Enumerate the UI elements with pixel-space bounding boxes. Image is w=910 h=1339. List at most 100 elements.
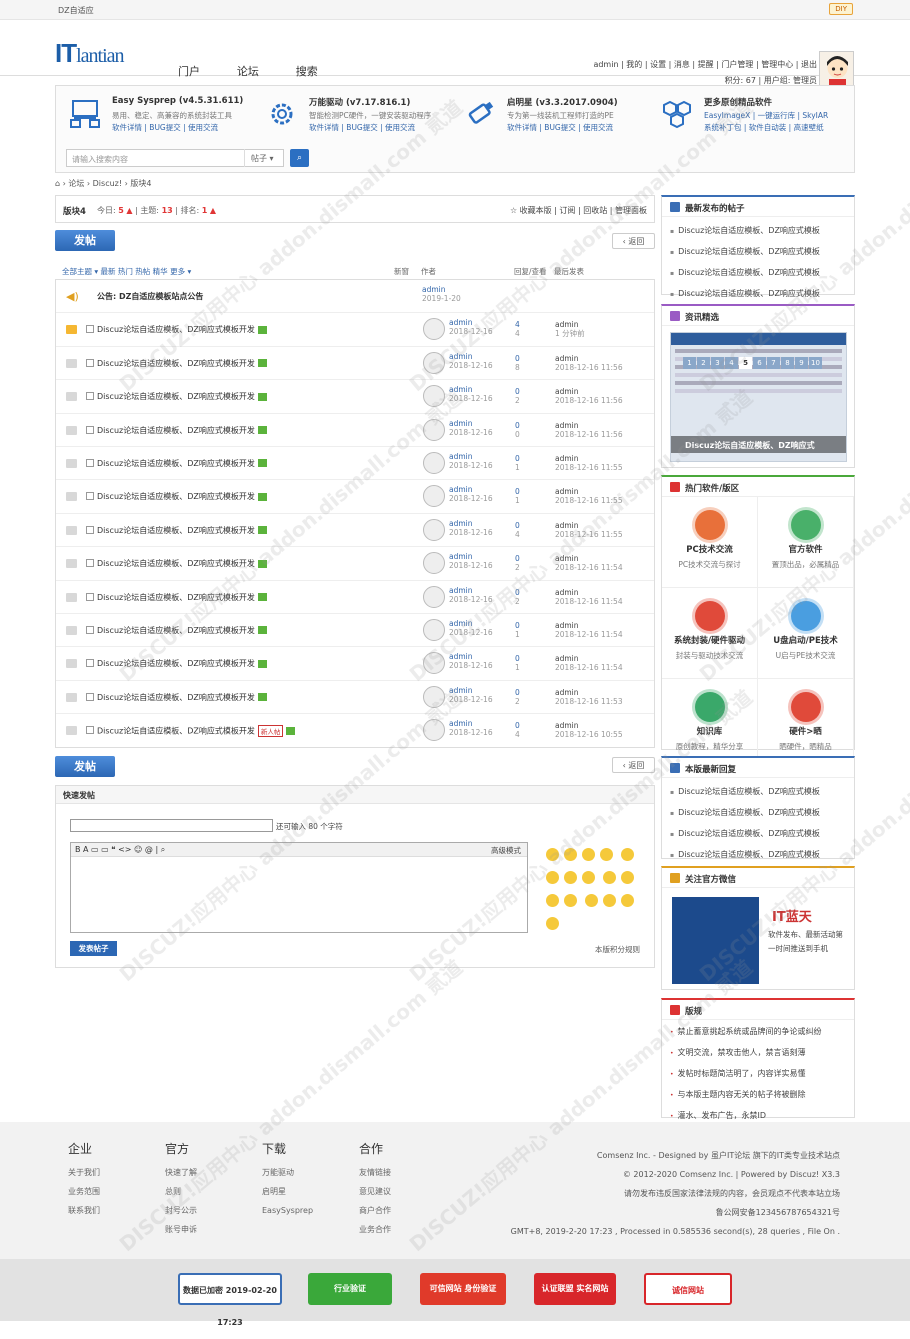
smiley-icon[interactable] xyxy=(582,848,595,861)
last-post[interactable]: admin 2018-12-16 10:55 xyxy=(555,721,623,739)
back-button[interactable]: ‹ 返回 xyxy=(612,233,655,249)
site-name[interactable]: DZ自适应 xyxy=(58,5,94,16)
list-item[interactable]: Discuz论坛自适应模板、DZ响应式模板 xyxy=(670,803,846,824)
nav-search[interactable]: 搜索 xyxy=(296,63,318,79)
thread-title[interactable]: Discuz论坛自适应模板、DZ响应式模板开发 xyxy=(97,391,267,402)
smiley-icon[interactable] xyxy=(546,848,559,861)
thread-checkbox[interactable] xyxy=(86,492,94,501)
col-new-window[interactable]: 新窗 xyxy=(394,266,409,277)
footer-link[interactable]: 业务合作 xyxy=(359,1220,429,1239)
thread-author[interactable]: admin 2018-12-16 xyxy=(449,485,493,503)
thread-checkbox[interactable] xyxy=(86,525,94,534)
thread-checkbox[interactable] xyxy=(86,358,94,367)
smiley-icon[interactable] xyxy=(620,848,634,861)
news-page-number[interactable]: 1 xyxy=(683,357,696,369)
list-item[interactable]: Discuz论坛自适应模板、DZ响应式模板 xyxy=(670,263,846,284)
footer-link[interactable]: 联系我们 xyxy=(68,1201,138,1220)
avatar[interactable] xyxy=(423,351,445,374)
last-post[interactable]: admin 2018-12-16 11:54 xyxy=(555,554,623,572)
list-item[interactable]: Discuz论坛自适应模板、DZ响应式模板 xyxy=(670,242,846,263)
promo-more-software[interactable]: 更多原创精品软件 EasyImageX | 一键运行库 | SkyIAR 系统补… xyxy=(656,94,846,136)
badge-certified[interactable]: 认证联盟 实名网站 xyxy=(534,1273,616,1305)
avatar[interactable] xyxy=(423,585,445,608)
footer-link[interactable]: 万能驱动 xyxy=(262,1163,332,1182)
thread-author[interactable]: admin 2018-12-16 xyxy=(449,352,493,370)
search-button[interactable]: ⌕ xyxy=(290,149,309,167)
thread-author[interactable]: admin 2018-12-16 xyxy=(449,385,493,403)
thread-title[interactable]: Discuz论坛自适应模板、DZ响应式模板开发 xyxy=(97,425,267,436)
promo-title[interactable]: 更多原创精品软件 xyxy=(704,96,772,108)
last-post[interactable]: admin 2018-12-16 11:54 xyxy=(555,654,623,672)
nav-portal[interactable]: 门户 xyxy=(178,63,200,79)
hot-forum-name[interactable]: U盘启动/PE技术 xyxy=(758,634,853,646)
announcement-title[interactable]: 公告: DZ自适应模板站点公告 xyxy=(97,291,203,302)
thread-checkbox[interactable] xyxy=(86,592,94,601)
list-item[interactable]: Discuz论坛自适应模板、DZ响应式模板 xyxy=(670,221,846,242)
promo-links[interactable]: 系统补丁包 | 软件自动装 | 高速壁纸 xyxy=(704,122,824,133)
folder-icon[interactable] xyxy=(66,358,77,368)
thread-author[interactable]: admin 2018-12-16 xyxy=(449,619,493,637)
promo-title[interactable]: 启明星 (v3.3.2017.0904) xyxy=(507,96,618,108)
thread-checkbox[interactable] xyxy=(86,458,94,467)
avatar[interactable] xyxy=(423,485,445,508)
table-row[interactable]: Discuz论坛自适应模板、DZ响应式模板开发 admin 2018-12-16 0 1… xyxy=(56,647,654,681)
last-post[interactable]: admin 2018-12-16 11:56 xyxy=(555,354,623,372)
thread-title[interactable]: Discuz论坛自适应模板、DZ响应式模板开发 xyxy=(97,358,267,369)
folder-icon[interactable] xyxy=(66,625,77,635)
folder-icon[interactable] xyxy=(66,692,77,702)
smiley-icon[interactable] xyxy=(620,894,634,907)
hot-forum-item[interactable]: 官方软件 置顶出品，必属精品 xyxy=(758,497,854,588)
thread-author[interactable]: admin 2018-12-16 xyxy=(449,552,493,570)
diy-button[interactable]: DIY xyxy=(829,3,853,15)
footer-link[interactable]: 关于我们 xyxy=(68,1163,138,1182)
thread-title[interactable]: Discuz论坛自适应模板、DZ响应式模板开发 xyxy=(97,625,267,636)
folder-icon[interactable] xyxy=(66,592,77,602)
avatar[interactable] xyxy=(423,685,445,708)
promo-easy-sysprep[interactable]: Easy Sysprep (v4.5.31.611) 易用、稳定、高兼容的系统封… xyxy=(64,94,254,136)
news-page-number[interactable]: 2 xyxy=(697,357,710,369)
breadcrumb[interactable]: ⌂ › 论坛 › Discuz! › 版块4 xyxy=(55,178,151,189)
avatar[interactable] xyxy=(423,518,445,541)
last-post[interactable]: admin 2018-12-16 11:54 xyxy=(555,621,623,639)
smiley-icon[interactable] xyxy=(564,894,577,907)
table-row[interactable]: Discuz论坛自适应模板、DZ响应式模板开发 admin 2018-12-16 0 0… xyxy=(56,414,654,447)
thread-title[interactable]: Discuz论坛自适应模板、DZ响应式模板开发 xyxy=(97,658,267,669)
announcement-row[interactable]: ◀) 公告: DZ自适应模板站点公告 admin 2019-1-20 xyxy=(56,280,654,314)
avatar[interactable] xyxy=(423,552,445,575)
announcement-author[interactable]: admin 2019-1-20 xyxy=(422,285,461,303)
smiley-icon[interactable] xyxy=(546,894,559,907)
avatar[interactable] xyxy=(423,418,445,441)
user-avatar[interactable] xyxy=(819,51,854,87)
credit-rules-link[interactable]: 本版积分规则 xyxy=(595,944,640,955)
last-post[interactable]: admin 2018-12-16 11:53 xyxy=(555,688,623,706)
news-caption[interactable]: Discuz论坛自适应模板、DZ响应式 xyxy=(671,436,846,453)
avatar[interactable] xyxy=(423,719,445,742)
folder-icon[interactable] xyxy=(66,392,77,402)
submit-post-button[interactable]: 发表帖子 xyxy=(70,941,117,956)
table-row[interactable]: Discuz论坛自适应模板、DZ响应式模板开发 admin 2018-12-16 0 2… xyxy=(56,547,654,581)
news-page-number[interactable]: 4 xyxy=(725,357,738,369)
nav-forum[interactable]: 论坛 xyxy=(237,63,259,79)
badge-industry[interactable]: 行业验证 xyxy=(308,1273,392,1305)
thread-checkbox[interactable] xyxy=(86,559,94,568)
list-item[interactable]: Discuz论坛自适应模板、DZ响应式模板 xyxy=(670,782,846,803)
smiley-icon[interactable] xyxy=(564,871,577,884)
search-type-select[interactable]: 帖子 ▾ xyxy=(244,149,284,167)
folder-icon[interactable] xyxy=(66,458,77,468)
last-post[interactable]: admin 2018-12-16 11:55 xyxy=(555,487,623,505)
thread-author[interactable]: admin 2018-12-16 xyxy=(449,452,493,470)
avatar[interactable] xyxy=(423,652,445,675)
footer-link[interactable]: 意见建议 xyxy=(359,1182,429,1201)
thread-checkbox[interactable] xyxy=(86,692,94,701)
table-row[interactable]: Discuz论坛自适应模板、DZ响应式模板开发 admin 2018-12-16 0 8… xyxy=(56,347,654,381)
last-post[interactable]: admin 2018-12-16 11:54 xyxy=(555,588,623,606)
news-page-number[interactable]: 9 xyxy=(795,357,808,369)
promo-desc[interactable]: EasyImageX | 一键运行库 | SkyIAR xyxy=(704,110,828,121)
badge-trusted-site[interactable]: 可信网站 身份验证 xyxy=(420,1273,506,1305)
hot-forum-name[interactable]: 硬件>晒 xyxy=(758,725,853,737)
table-row[interactable]: Discuz论坛自适应模板、DZ响应式模板开发 admin 2018-12-16 4 4… xyxy=(56,313,654,347)
last-post[interactable]: admin 2018-12-16 11:56 xyxy=(555,387,623,405)
footer-link[interactable]: 商户合作 xyxy=(359,1201,429,1220)
badge-integrity[interactable]: 诚信网站 xyxy=(644,1273,732,1305)
smiley-icon[interactable] xyxy=(582,871,595,884)
